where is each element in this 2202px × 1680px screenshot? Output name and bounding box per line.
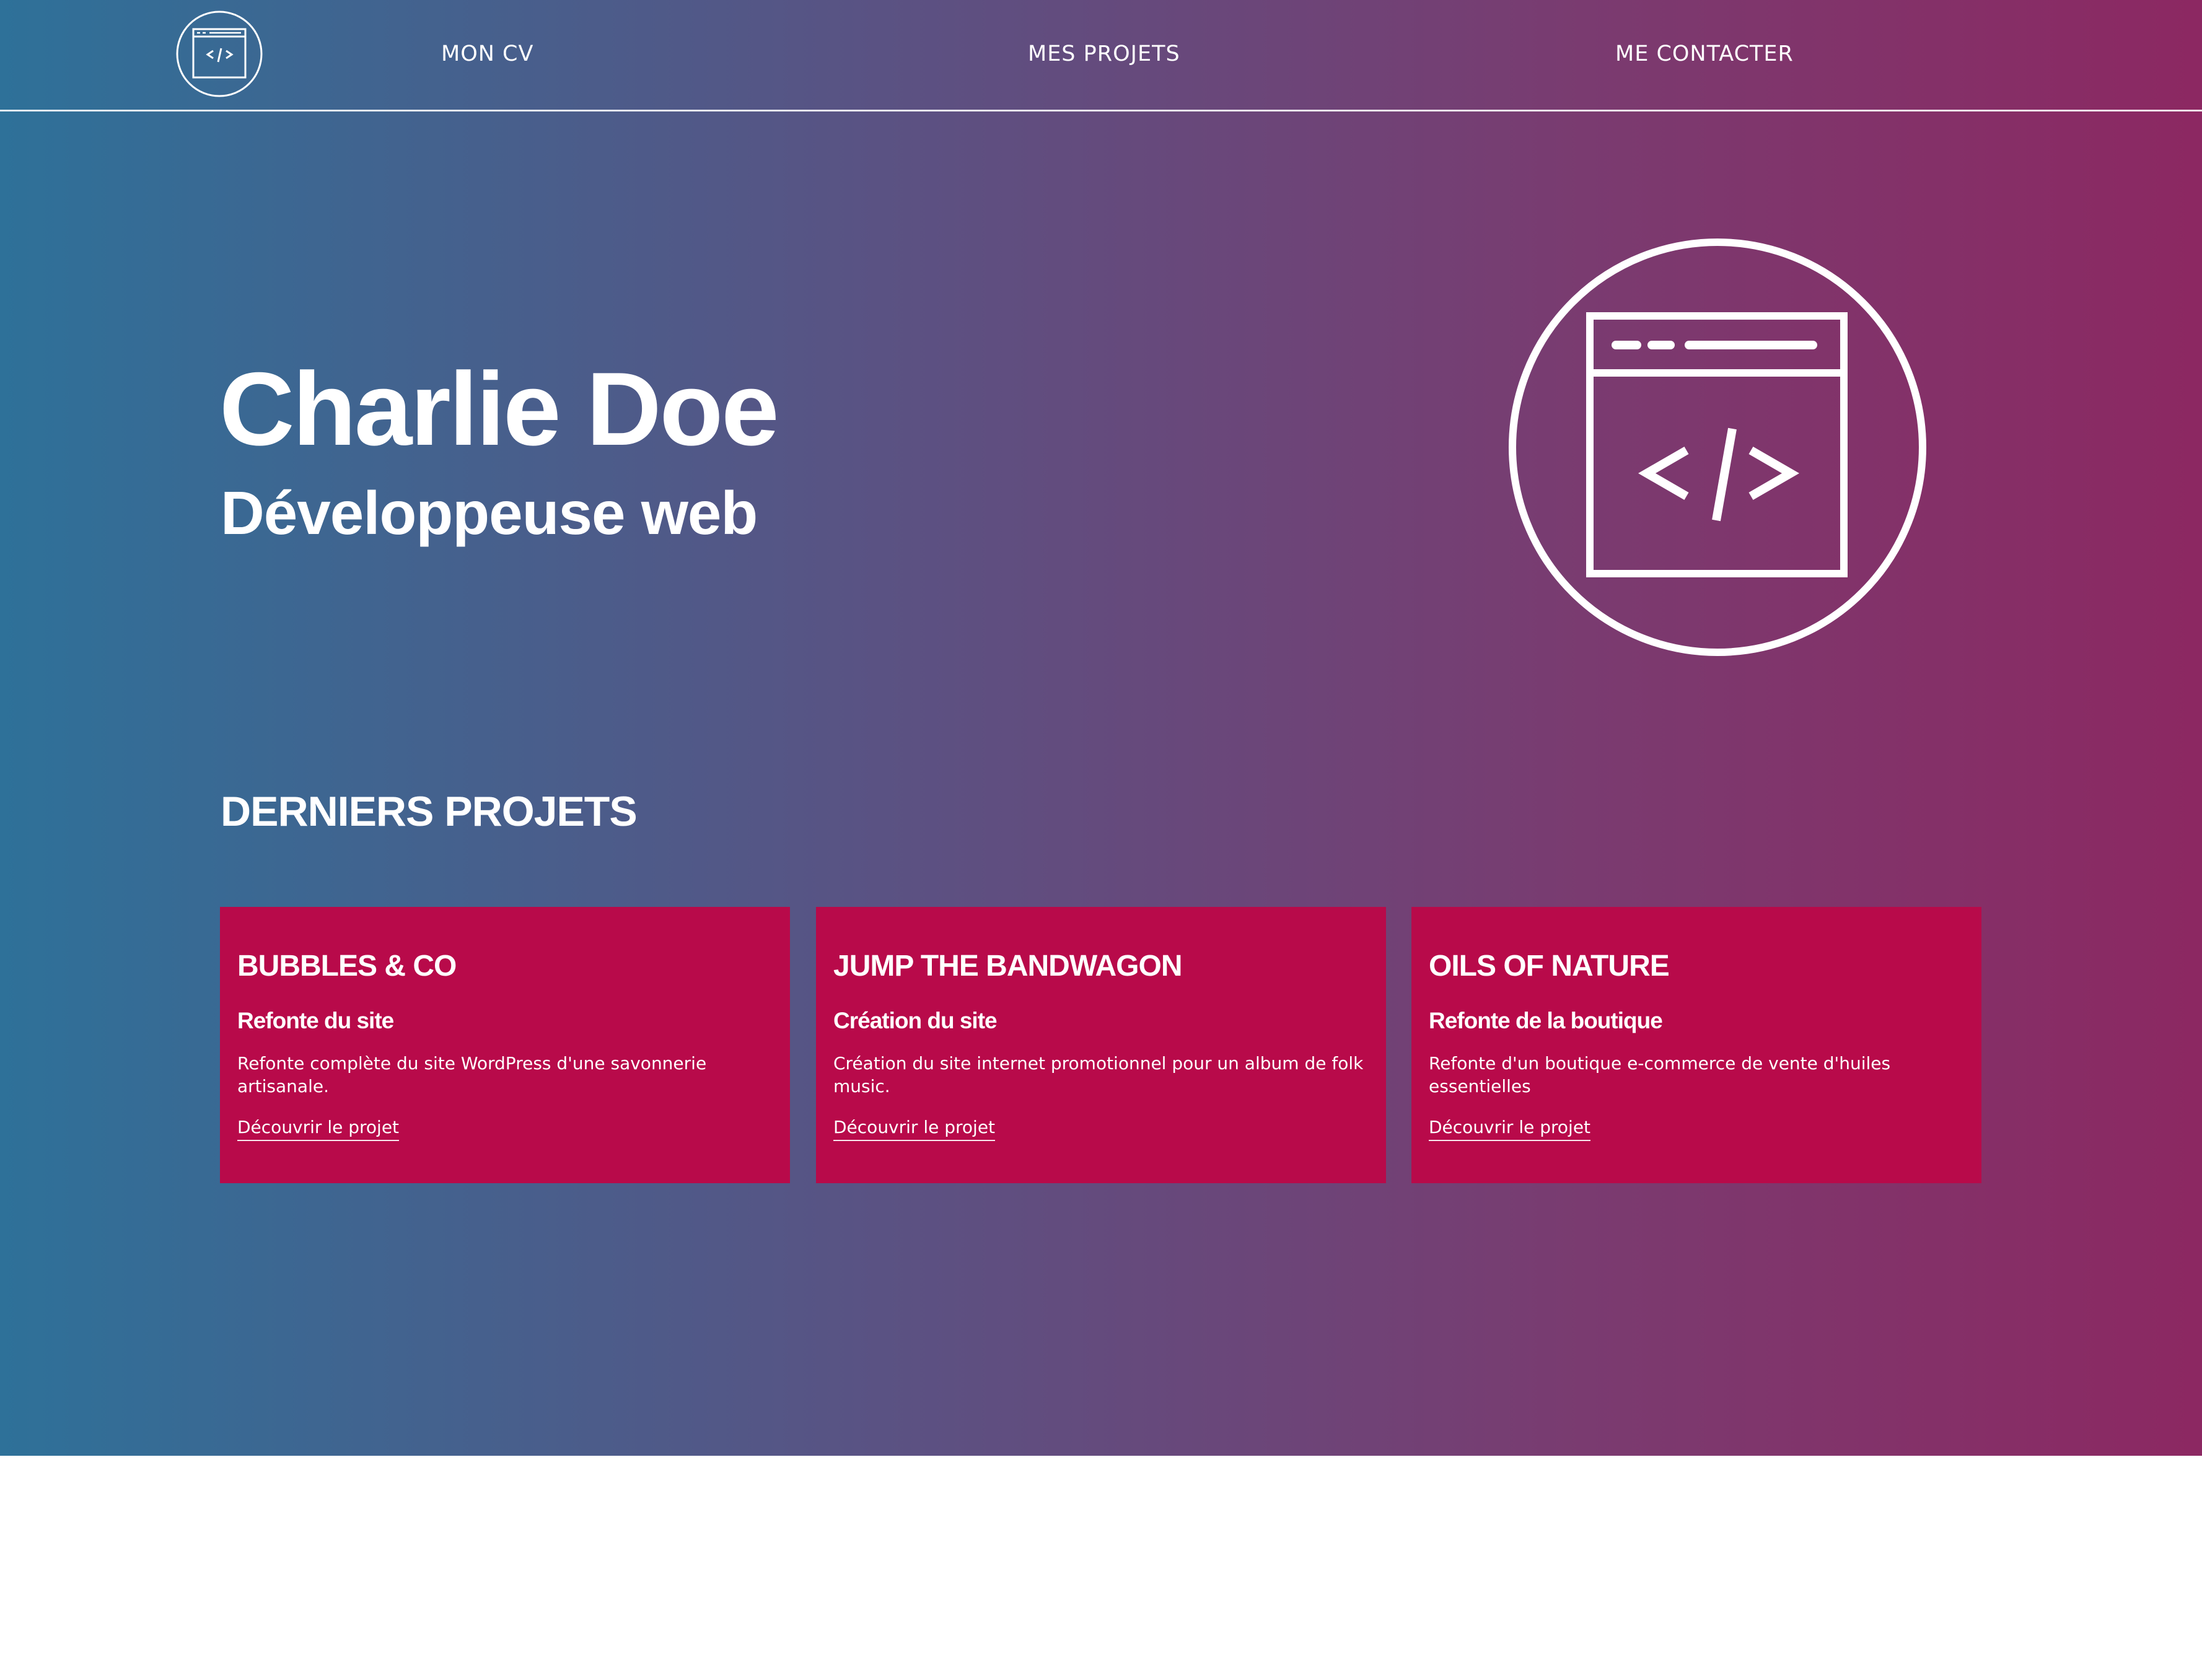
project-card: BUBBLES & CO Refonte du site Refonte com… — [220, 907, 790, 1183]
project-title: BUBBLES & CO — [237, 950, 457, 982]
hero-section: MON CV MES PROJETS ME CONTACTER Charlie … — [0, 0, 2202, 1456]
hero-name: Charlie Doe — [219, 351, 779, 467]
hero-role: Développeuse web — [221, 479, 758, 547]
project-description: Création du site internet promotionnel p… — [833, 1053, 1364, 1096]
project-link[interactable]: Découvrir le projet — [1429, 1115, 1591, 1141]
project-card: JUMP THE BANDWAGON Création du site Créa… — [816, 907, 1386, 1183]
project-title: JUMP THE BANDWAGON — [833, 950, 1182, 982]
project-subtitle: Refonte de la boutique — [1429, 1008, 1663, 1033]
project-title: OILS OF NATURE — [1429, 950, 1670, 982]
projects-section-title: DERNIERS PROJETS — [221, 788, 638, 835]
nav-link-mon-cv[interactable]: MON CV — [441, 38, 533, 69]
site-header: MON CV MES PROJETS ME CONTACTER — [0, 0, 2202, 112]
project-description: Refonte complète du site WordPress d'une… — [237, 1053, 707, 1096]
code-window-icon[interactable] — [175, 10, 263, 98]
nav-link-mes-projets[interactable]: MES PROJETS — [1028, 38, 1180, 69]
project-description: Refonte d'un boutique e-commerce de vent… — [1429, 1053, 1891, 1096]
nav-link-me-contacter[interactable]: ME CONTACTER — [1615, 38, 1794, 69]
project-link[interactable]: Découvrir le projet — [237, 1115, 400, 1141]
project-subtitle: Création du site — [833, 1008, 998, 1033]
project-link[interactable]: Découvrir le projet — [833, 1115, 996, 1141]
project-card: OILS OF NATURE Refonte de la boutique Re… — [1411, 907, 1981, 1183]
code-window-icon — [1509, 238, 1926, 656]
project-subtitle: Refonte du site — [237, 1008, 394, 1033]
